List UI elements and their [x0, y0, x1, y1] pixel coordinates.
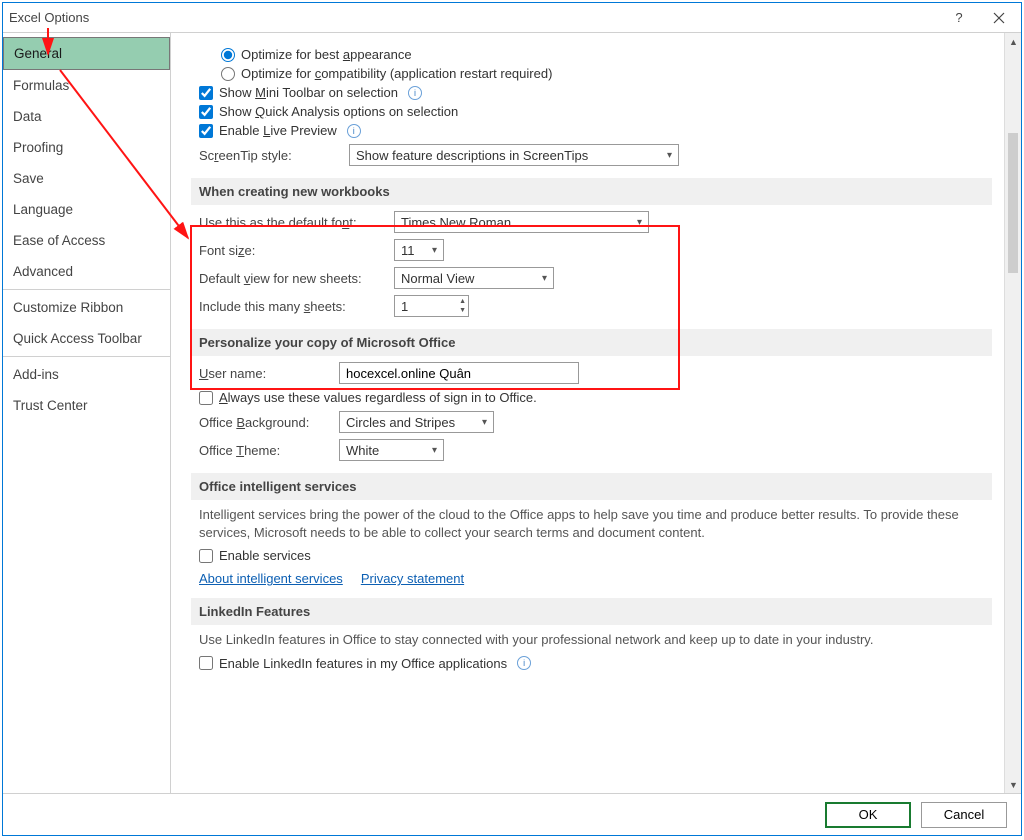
- office-background-dropdown[interactable]: Circles and Stripes: [339, 411, 494, 433]
- checkbox-input[interactable]: [199, 656, 213, 670]
- nav-item-advanced[interactable]: Advanced: [3, 256, 170, 287]
- divider: [3, 356, 170, 357]
- titlebar: Excel Options ?: [3, 3, 1021, 33]
- linkedin-desc: Use LinkedIn features in Office to stay …: [199, 631, 992, 649]
- annotation-highlight: [190, 225, 680, 390]
- close-button[interactable]: [979, 4, 1019, 32]
- vertical-scrollbar[interactable]: ▲ ▼: [1004, 33, 1021, 793]
- checkbox-live-preview[interactable]: Enable Live Preview i: [199, 123, 992, 138]
- scroll-up-icon[interactable]: ▲: [1005, 33, 1021, 50]
- radio-compatibility[interactable]: Optimize for compatibility (application …: [221, 66, 992, 81]
- checkbox-input[interactable]: [199, 391, 213, 405]
- section-new-workbooks: When creating new workbooks: [191, 178, 992, 205]
- screentip-style-dropdown[interactable]: Show feature descriptions in ScreenTips: [349, 144, 679, 166]
- scroll-down-icon[interactable]: ▼: [1005, 776, 1021, 793]
- info-icon[interactable]: i: [517, 656, 531, 670]
- dialog-buttons: OK Cancel: [3, 793, 1021, 835]
- nav-item-ease-of-access[interactable]: Ease of Access: [3, 225, 170, 256]
- link-about-intelligent-services[interactable]: About intelligent services: [199, 571, 343, 586]
- radio-appearance[interactable]: Optimize for best appearance: [221, 47, 992, 62]
- nav-item-language[interactable]: Language: [3, 194, 170, 225]
- link-privacy-statement[interactable]: Privacy statement: [361, 571, 464, 586]
- checkbox-input[interactable]: [199, 549, 213, 563]
- checkbox-quick-analysis[interactable]: Show Quick Analysis options on selection: [199, 104, 992, 119]
- nav-item-formulas[interactable]: Formulas: [3, 70, 170, 101]
- nav-item-save[interactable]: Save: [3, 163, 170, 194]
- nav-item-customize-ribbon[interactable]: Customize Ribbon: [3, 292, 170, 323]
- section-linkedin: LinkedIn Features: [191, 598, 992, 625]
- nav-item-quick-access-toolbar[interactable]: Quick Access Toolbar: [3, 323, 170, 354]
- help-button[interactable]: ?: [939, 4, 979, 32]
- checkbox-mini-toolbar[interactable]: Show Mini Toolbar on selection i: [199, 85, 992, 100]
- radio-input[interactable]: [221, 48, 235, 62]
- section-intelligent-services: Office intelligent services: [191, 473, 992, 500]
- checkbox-input[interactable]: [199, 105, 213, 119]
- nav-item-general[interactable]: General: [3, 37, 170, 70]
- window-title: Excel Options: [9, 10, 939, 25]
- office-theme-dropdown[interactable]: White: [339, 439, 444, 461]
- divider: [3, 289, 170, 290]
- checkbox-always-use-values[interactable]: Always use these values regardless of si…: [199, 390, 992, 405]
- checkbox-enable-services[interactable]: Enable services: [199, 548, 992, 563]
- checkbox-input[interactable]: [199, 124, 213, 138]
- options-content: Optimize for best appearance Optimize fo…: [171, 33, 1004, 793]
- nav-item-proofing[interactable]: Proofing: [3, 132, 170, 163]
- ok-button[interactable]: OK: [825, 802, 911, 828]
- options-nav-sidebar: General Formulas Data Proofing Save Lang…: [3, 33, 171, 793]
- excel-options-dialog: Excel Options ? General Formulas Data Pr…: [2, 2, 1022, 836]
- info-icon[interactable]: i: [347, 124, 361, 138]
- cancel-button[interactable]: Cancel: [921, 802, 1007, 828]
- nav-item-trust-center[interactable]: Trust Center: [3, 390, 170, 421]
- nav-item-data[interactable]: Data: [3, 101, 170, 132]
- nav-item-add-ins[interactable]: Add-ins: [3, 359, 170, 390]
- info-icon[interactable]: i: [408, 86, 422, 100]
- scroll-thumb[interactable]: [1008, 133, 1018, 273]
- radio-input[interactable]: [221, 67, 235, 81]
- checkbox-enable-linkedin[interactable]: Enable LinkedIn features in my Office ap…: [199, 656, 992, 671]
- close-icon: [993, 12, 1005, 24]
- checkbox-input[interactable]: [199, 86, 213, 100]
- intelligent-services-desc: Intelligent services bring the power of …: [199, 506, 992, 542]
